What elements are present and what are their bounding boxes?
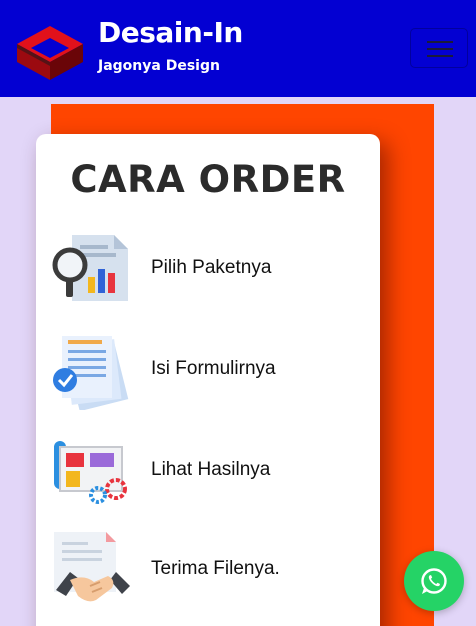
form-documents-icon bbox=[50, 330, 130, 412]
hamburger-menu-icon bbox=[427, 41, 453, 43]
magnifier-report-icon bbox=[50, 229, 130, 309]
step-label: Lihat Hasilnya bbox=[151, 459, 271, 480]
section-title: CARA ORDER bbox=[70, 158, 346, 201]
order-steps-card: CARA ORDER Pilih Paketnya Isi Formulirny… bbox=[36, 134, 380, 626]
whatsapp-icon bbox=[421, 568, 447, 594]
step-item-receive-file: Terima Filenya. bbox=[50, 530, 370, 610]
brand-tagline: Jagonya Design bbox=[98, 58, 220, 74]
navbar: Desain-In Jagonya Design bbox=[0, 0, 476, 97]
design-board-icon bbox=[50, 431, 130, 511]
step-item-fill-form: Isi Formulirnya bbox=[50, 330, 370, 412]
handshake-document-icon bbox=[50, 530, 130, 610]
step-item-choose-package: Pilih Paketnya bbox=[50, 229, 370, 309]
step-label: Isi Formulirnya bbox=[151, 358, 276, 379]
whatsapp-chat-button[interactable] bbox=[404, 551, 464, 611]
brand-title[interactable]: Desain-In bbox=[98, 15, 243, 51]
step-item-see-result: Lihat Hasilnya bbox=[50, 431, 370, 511]
step-label: Terima Filenya. bbox=[151, 558, 280, 579]
menu-toggle-button[interactable] bbox=[410, 28, 468, 68]
cube-logo-icon[interactable] bbox=[15, 22, 85, 82]
step-label: Pilih Paketnya bbox=[151, 257, 272, 278]
